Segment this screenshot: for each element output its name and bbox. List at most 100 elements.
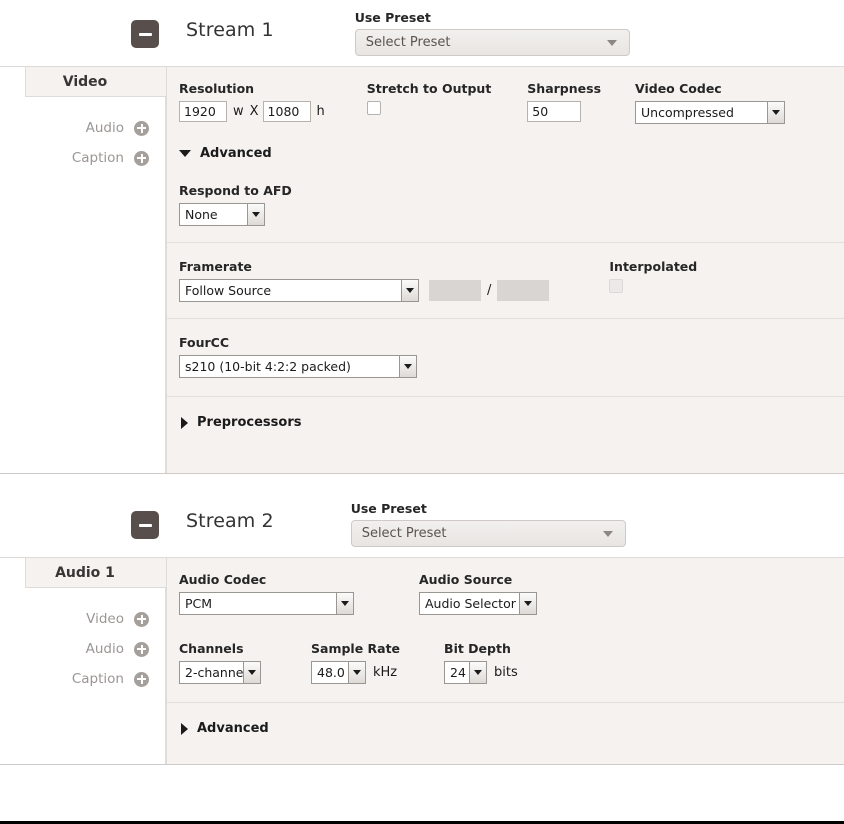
stream-2-content: Audio Codec PCM Audio Source Audio Selec… [166, 558, 844, 764]
stream-1-sidebar: Video Audio Caption [0, 67, 166, 473]
respond-to-afd-select[interactable]: None [179, 203, 265, 226]
video-advanced-toggle[interactable]: Advanced [167, 124, 844, 167]
preprocessors-toggle[interactable]: Preprocessors [167, 397, 844, 448]
framerate-slash: / [487, 283, 491, 298]
triangle-right-icon [181, 417, 188, 429]
audio-source-label: Audio Source [419, 572, 537, 587]
triangle-down-icon [519, 593, 536, 614]
sidebar-item-video[interactable]: Video [25, 67, 166, 97]
video-advanced-label: Advanced [200, 146, 272, 161]
fourcc-select[interactable]: s210 (10-bit 4:2:2 packed) [179, 355, 417, 378]
stream-2-panel: Audio 1 Video Audio Caption Aud [0, 557, 844, 765]
triangle-right-icon [181, 723, 188, 735]
bit-depth-value: 24 [450, 665, 469, 680]
stream-1-collapse-button[interactable] [131, 20, 159, 48]
interpolated-label: Interpolated [609, 259, 697, 274]
audio-codec-field: Audio Codec PCM [179, 572, 354, 615]
triangle-down-icon [179, 150, 191, 157]
plus-circle-icon [134, 672, 149, 687]
channels-select[interactable]: 2-channel [179, 661, 261, 684]
stream-2-preset-label: Use Preset [351, 501, 626, 516]
framerate-label: Framerate [179, 259, 549, 274]
fourcc-field: FourCC s210 (10-bit 4:2:2 packed) [167, 319, 844, 396]
triangle-down-icon [401, 280, 418, 301]
resolution-field: Resolution 1920 w X 1080 h [179, 81, 331, 122]
triangle-down-icon [348, 662, 365, 683]
audio-codec-label: Audio Codec [179, 572, 354, 587]
stream-1-title: Stream 1 [186, 19, 274, 41]
stream-2-add-list: Video Audio Caption [0, 588, 165, 694]
resolution-label: Resolution [179, 81, 331, 96]
bit-depth-unit: bits [494, 665, 518, 680]
framerate-value: Follow Source [185, 283, 401, 298]
interpolated-checkbox [609, 279, 623, 293]
stream-2-title: Stream 2 [186, 510, 274, 532]
sample-rate-select[interactable]: 48.0 [311, 661, 366, 684]
audio-codec-select[interactable]: PCM [179, 592, 354, 615]
audio-source-select[interactable]: Audio Selector 1 [419, 592, 537, 615]
sidebar-add-audio-label: Audio [86, 641, 124, 657]
sidebar-add-audio-label: Audio [86, 120, 124, 136]
audio-params-row: Channels 2-channel Sample Rate 48.0 kHz [167, 615, 844, 702]
sidebar-add-caption[interactable]: Caption [0, 664, 165, 694]
channels-field: Channels 2-channel [179, 641, 261, 684]
stream-settings-page: Stream 1 Use Preset Select Preset Video … [0, 0, 844, 824]
framerate-numerator-input [429, 280, 481, 301]
sidebar-add-audio[interactable]: Audio [0, 634, 165, 664]
triangle-down-icon [469, 662, 486, 683]
stream-2-collapse-button[interactable] [131, 511, 159, 539]
sidebar-add-audio[interactable]: Audio [0, 113, 165, 143]
sample-rate-unit: kHz [373, 665, 397, 680]
stream-1-preset-label: Use Preset [355, 10, 630, 25]
preprocessors-label: Preprocessors [197, 415, 301, 430]
sample-rate-label: Sample Rate [311, 641, 400, 656]
minus-square-icon [139, 33, 152, 36]
audio-source-field: Audio Source Audio Selector 1 [419, 572, 537, 615]
sidebar-add-video-label: Video [86, 611, 124, 627]
video-codec-value: Uncompressed [641, 105, 767, 120]
stream-1-panel: Video Audio Caption Resolution 1920 [0, 66, 844, 474]
stream-1-preset-select[interactable]: Select Preset [355, 29, 630, 56]
channels-value: 2-channel [185, 665, 243, 680]
resolution-width-input[interactable]: 1920 [179, 101, 227, 122]
chevron-down-icon [603, 531, 613, 537]
video-codec-label: Video Codec [635, 81, 785, 96]
stretch-to-output-checkbox[interactable] [367, 101, 381, 115]
stream-1-header: Stream 1 Use Preset Select Preset [0, 0, 844, 66]
sharpness-field: Sharpness 50 [527, 81, 601, 122]
sidebar-item-audio-1[interactable]: Audio 1 [25, 558, 166, 588]
video-basic-row: Resolution 1920 w X 1080 h Stretch to Ou… [167, 67, 844, 124]
respond-to-afd-field: Respond to AFD None [167, 167, 844, 242]
framerate-denominator-input [497, 280, 549, 301]
framerate-field: Framerate Follow Source / [179, 259, 549, 302]
sidebar-add-video[interactable]: Video [0, 604, 165, 634]
sidebar-add-caption-label: Caption [72, 150, 124, 166]
resolution-height-input[interactable]: 1080 [263, 101, 311, 122]
audio-advanced-label: Advanced [197, 721, 269, 736]
stream-1-content: Resolution 1920 w X 1080 h Stretch to Ou… [166, 67, 844, 473]
sample-rate-field: Sample Rate 48.0 kHz [311, 641, 400, 684]
respond-to-afd-value: None [185, 207, 247, 222]
sharpness-label: Sharpness [527, 81, 601, 96]
resolution-separator: X [250, 104, 259, 119]
resolution-height-unit: h [317, 104, 325, 119]
bit-depth-label: Bit Depth [444, 641, 518, 656]
triangle-down-icon [243, 662, 260, 683]
chevron-down-icon [607, 40, 617, 46]
stream-2-preset-select[interactable]: Select Preset [351, 520, 626, 547]
sidebar-add-caption[interactable]: Caption [0, 143, 165, 173]
audio-advanced-toggle[interactable]: Advanced [167, 703, 844, 754]
audio-codec-value: PCM [185, 596, 336, 611]
framerate-row: Framerate Follow Source / Interpolated [167, 243, 844, 318]
bit-depth-select[interactable]: 24 [444, 661, 487, 684]
stream-2-header: Stream 2 Use Preset Select Preset [0, 491, 844, 557]
stretch-to-output-field: Stretch to Output [367, 81, 492, 115]
channels-label: Channels [179, 641, 261, 656]
respond-to-afd-label: Respond to AFD [179, 183, 844, 198]
stretch-to-output-label: Stretch to Output [367, 81, 492, 96]
resolution-width-unit: w [233, 104, 244, 119]
framerate-select[interactable]: Follow Source [179, 279, 419, 302]
video-codec-select[interactable]: Uncompressed [635, 101, 785, 124]
sharpness-input[interactable]: 50 [527, 101, 581, 122]
audio-source-value: Audio Selector 1 [425, 596, 519, 611]
